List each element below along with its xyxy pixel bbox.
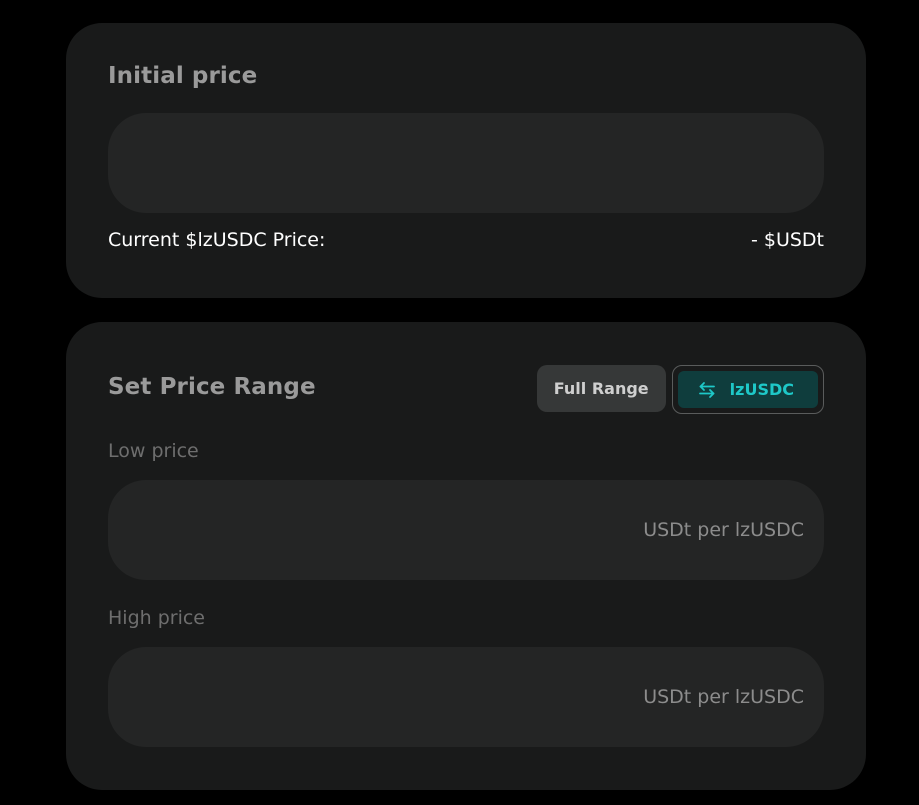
high-price-label: High price (108, 607, 205, 629)
initial-price-input[interactable] (108, 113, 824, 213)
high-price-field[interactable]: USDt per lzUSDC (108, 647, 824, 747)
full-range-button[interactable]: Full Range (536, 365, 666, 412)
price-range-title: Set Price Range (108, 374, 316, 400)
token-toggle-label: lzUSDC (729, 380, 794, 399)
high-price-input[interactable] (108, 647, 824, 747)
swap-arrows-icon (698, 381, 716, 399)
token-toggle-wrapper: lzUSDC (671, 365, 824, 414)
initial-price-card: Initial price Current $lzUSDC Price: - $… (66, 23, 866, 298)
token-toggle-button[interactable]: lzUSDC (677, 371, 818, 408)
current-price-row: Current $lzUSDC Price: - $USDt (108, 229, 824, 251)
initial-price-field[interactable] (108, 113, 824, 213)
low-price-input[interactable] (108, 480, 824, 580)
current-price-value: - $USDt (750, 229, 824, 251)
low-price-field[interactable]: USDt per lzUSDC (108, 480, 824, 580)
initial-price-title: Initial price (108, 63, 258, 89)
range-button-group: Full Range lzUSDC (536, 365, 824, 414)
current-price-label: Current $lzUSDC Price: (108, 229, 326, 251)
price-range-card: Set Price Range Full Range lzUSDC Low pr… (66, 322, 866, 790)
low-price-label: Low price (108, 440, 199, 462)
